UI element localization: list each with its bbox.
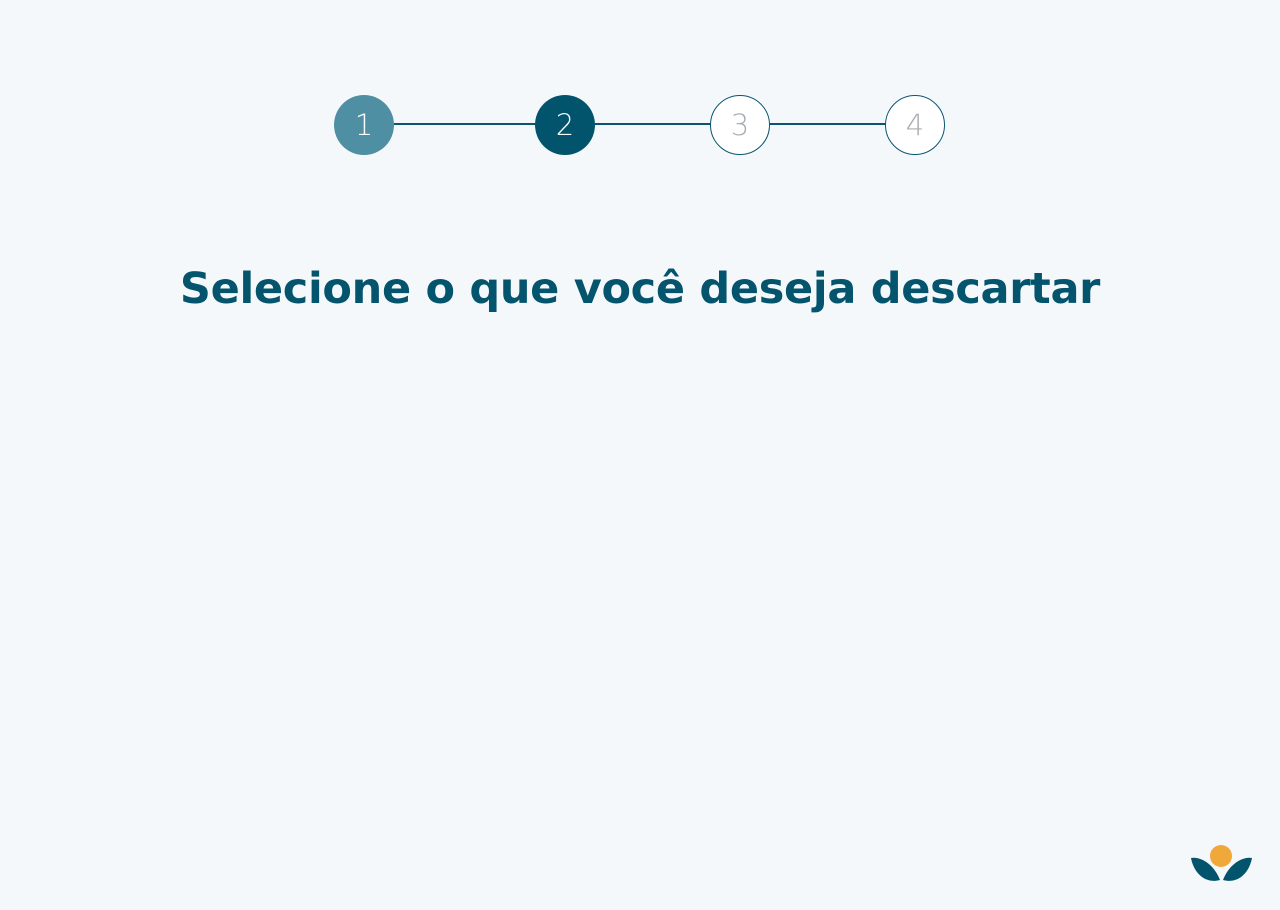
- step-3[interactable]: 3: [710, 95, 770, 155]
- sprout-sun-logo-icon: [1188, 842, 1256, 886]
- progress-stepper: 1 2 3 4: [0, 0, 1280, 200]
- step-1[interactable]: 1: [334, 95, 394, 155]
- step-connector-3-4: [770, 123, 886, 125]
- step-4[interactable]: 4: [885, 95, 945, 155]
- step-connector-1-2: [394, 123, 536, 125]
- step-2[interactable]: 2: [535, 95, 595, 155]
- page-title: Selecione o que você deseja descartar: [179, 264, 1101, 314]
- step-connector-2-3: [595, 123, 711, 125]
